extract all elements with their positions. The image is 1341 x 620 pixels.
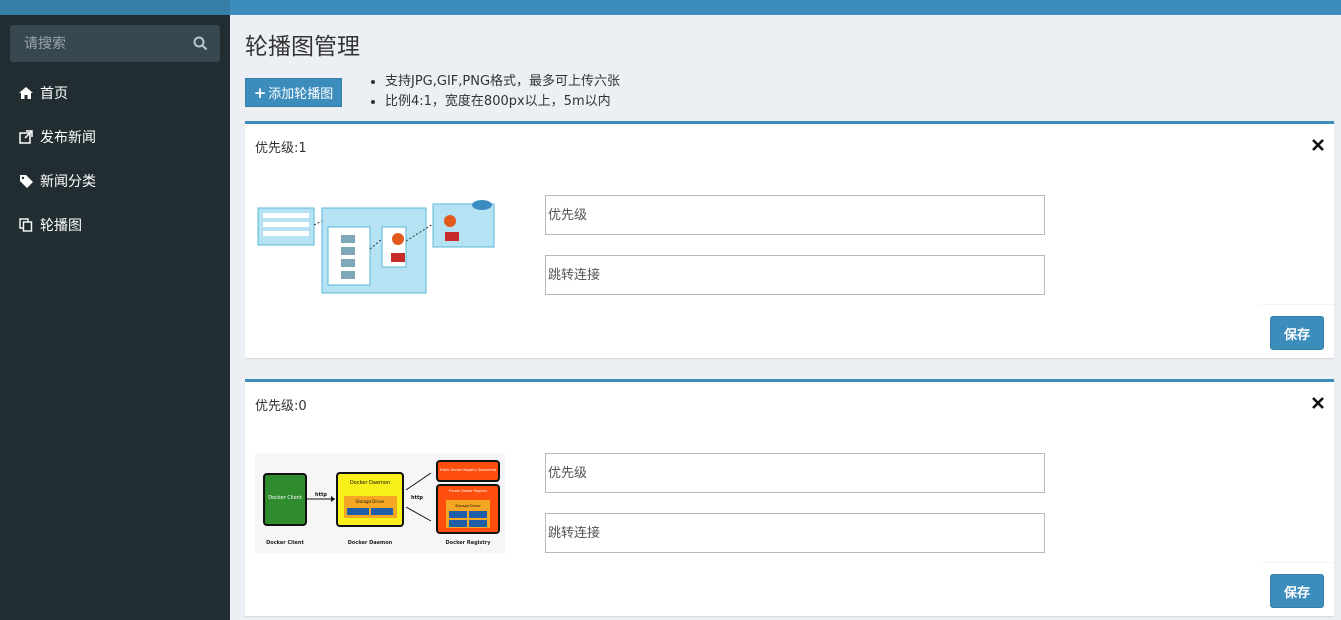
- close-icon[interactable]: [1312, 136, 1324, 151]
- add-carousel-button[interactable]: + 添加轮播图: [245, 78, 342, 107]
- plus-icon: +: [253, 83, 267, 102]
- carousel-slide-card: 优先级:0 Docker Client Docker Client http D…: [245, 379, 1334, 616]
- sidebar-item-carousel[interactable]: 轮播图: [0, 203, 230, 247]
- tag-icon: [18, 173, 34, 189]
- top-navbar: [0, 0, 1341, 15]
- sidebar-item-news-category[interactable]: 新闻分类: [0, 159, 230, 203]
- link-input[interactable]: [545, 255, 1045, 295]
- footer-divider: [1260, 562, 1334, 563]
- sidebar-item-home[interactable]: 首页: [0, 71, 230, 115]
- sidebar-item-label: 新闻分类: [40, 174, 96, 190]
- search-input[interactable]: [10, 25, 185, 62]
- home-icon: [18, 85, 34, 101]
- tip-item: 支持JPG,GIF,PNG格式，最多可上传六张: [385, 72, 620, 92]
- page-title: 轮播图管理: [245, 34, 360, 60]
- diagram-client-label: Docker Client: [266, 540, 304, 546]
- add-carousel-label: 添加轮播图: [268, 87, 334, 102]
- diagram-private-registry-label: Private Docker Registry: [449, 489, 488, 493]
- diagram-http-label: http: [315, 492, 327, 498]
- diagram-storage-driver-label: Storage Driver: [355, 499, 385, 504]
- search-icon[interactable]: [193, 36, 208, 51]
- close-icon[interactable]: [1312, 394, 1324, 409]
- upload-tips: 支持JPG,GIF,PNG格式，最多可上传六张 比例4:1，宽度在800px以上…: [385, 72, 620, 112]
- sidebar-item-label: 发布新闻: [40, 130, 96, 146]
- sidebar-item-label: 首页: [40, 86, 68, 102]
- main-content: 轮播图管理 + 添加轮播图 支持JPG,GIF,PNG格式，最多可上传六张 比例…: [230, 15, 1341, 620]
- sidebar-menu: 首页 发布新闻 新闻分类 轮播图: [0, 71, 230, 247]
- logo-strip: [0, 0, 230, 15]
- diagram-client-box-label: Docker Client: [268, 495, 302, 501]
- carousel-slide-card: 优先级:1 保存: [245, 121, 1334, 358]
- sidebar-item-publish-news[interactable]: 发布新闻: [0, 115, 230, 159]
- sidebar-item-label: 轮播图: [40, 218, 82, 234]
- link-input[interactable]: [545, 513, 1045, 553]
- copy-icon: [18, 217, 34, 233]
- diagram-daemon-box-label: Docker Daemon: [350, 480, 390, 486]
- slide-priority-title: 优先级:1: [255, 141, 307, 156]
- save-button[interactable]: 保存: [1270, 316, 1324, 350]
- save-button[interactable]: 保存: [1270, 574, 1324, 608]
- sidebar: 首页 发布新闻 新闻分类 轮播图: [0, 15, 230, 620]
- diagram-registry-storage-driver-label: Storage Driver: [455, 504, 481, 508]
- external-link-icon: [18, 129, 34, 145]
- diagram-registry-label: Docker Registry: [446, 540, 492, 546]
- diagram-daemon-label: Docker Daemon: [348, 540, 393, 546]
- sidebar-search: [10, 25, 220, 62]
- tip-item: 比例4:1，宽度在800px以上，5m以内: [385, 92, 620, 112]
- slide-image: Docker Client Docker Client http Docker …: [255, 453, 505, 553]
- diagram-http-label: http: [411, 495, 423, 501]
- diagram-public-registry-label: Public Docker Registry DockerHub: [440, 468, 496, 472]
- slide-priority-title: 优先级:0: [255, 399, 307, 414]
- footer-divider: [1260, 304, 1334, 305]
- slide-image: [257, 200, 495, 294]
- priority-input[interactable]: [545, 453, 1045, 493]
- priority-input[interactable]: [545, 195, 1045, 235]
